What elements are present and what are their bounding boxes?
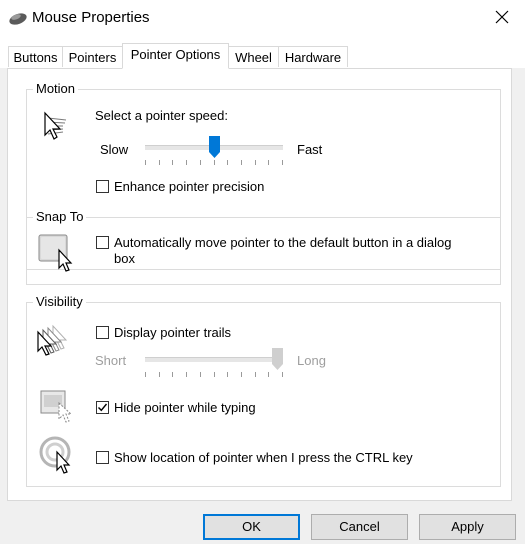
pointer-trails-tick — [214, 372, 215, 377]
short-label: Short — [95, 353, 127, 368]
pointer-speed-label: Select a pointer speed: — [95, 108, 228, 123]
hide-pointer-icon — [39, 389, 79, 425]
pointer-speed-tick — [282, 160, 283, 165]
pointer-speed-tick — [255, 160, 256, 165]
close-button[interactable] — [479, 0, 525, 36]
tab-pointer-options[interactable]: Pointer Options — [122, 43, 229, 69]
pointer-trails-tick — [172, 372, 173, 377]
apply-button[interactable]: Apply — [419, 514, 516, 540]
pointer-speed-slider-thumb[interactable] — [209, 136, 220, 158]
snap-to-checkbox[interactable] — [96, 236, 109, 249]
pointer-trails-tick — [241, 372, 242, 377]
pointer-speed-icon — [41, 110, 81, 146]
snap-to-group: Snap To Automatically move pointer to th… — [26, 209, 501, 285]
tab-wheel[interactable]: Wheel — [228, 46, 279, 67]
pointer-trails-tick — [282, 372, 283, 377]
pointer-speed-tick — [200, 160, 201, 165]
snap-to-label-line1: Automatically move pointer to the defaul… — [114, 235, 452, 250]
mouse-icon — [8, 9, 28, 27]
cancel-button[interactable]: Cancel — [311, 514, 408, 540]
hide-pointer-checkbox[interactable] — [96, 401, 109, 414]
show-location-icon — [39, 435, 79, 477]
pointer-trails-track — [145, 357, 283, 363]
pointer-trails-tick — [255, 372, 256, 377]
fast-label: Fast — [297, 142, 323, 157]
pointer-speed-tick — [172, 160, 173, 165]
visibility-group: Visibility Display pointer trails Short … — [26, 294, 501, 487]
enhance-precision-label: Enhance pointer precision — [114, 179, 265, 194]
visibility-group-title: Visibility — [33, 294, 86, 310]
show-location-checkbox[interactable] — [96, 451, 109, 464]
pointer-speed-tick — [214, 160, 215, 165]
motion-group-title: Motion — [33, 81, 79, 97]
snap-to-icon — [37, 232, 77, 274]
pointer-trails-tick — [200, 372, 201, 377]
long-label: Long — [297, 353, 326, 368]
title-bar: Mouse Properties — [0, 0, 525, 36]
snap-to-label-line2: box — [114, 251, 135, 266]
pointer-trails-tick — [145, 372, 146, 377]
pointer-speed-tick — [186, 160, 187, 165]
pointer-trails-slider-thumb[interactable] — [272, 348, 283, 370]
pointer-speed-tick — [227, 160, 228, 165]
pointer-speed-tick — [145, 160, 146, 165]
pointer-speed-tick — [241, 160, 242, 165]
tab-buttons[interactable]: Buttons — [8, 46, 63, 67]
tab-hardware[interactable]: Hardware — [278, 46, 348, 67]
pointer-speed-ticks — [145, 160, 283, 165]
show-location-label: Show location of pointer when I press th… — [114, 450, 413, 465]
pointer-trails-tick — [268, 372, 269, 377]
slow-label: Slow — [100, 142, 129, 157]
hide-pointer-label: Hide pointer while typing — [114, 400, 256, 415]
pointer-trails-label: Display pointer trails — [114, 325, 232, 340]
close-icon — [495, 10, 509, 27]
pointer-trails-tick — [227, 372, 228, 377]
pointer-trails-tick — [159, 372, 160, 377]
pointer-trails-ticks — [145, 372, 283, 377]
ok-button[interactable]: OK — [203, 514, 300, 540]
enhance-precision-checkbox[interactable] — [96, 180, 109, 193]
tab-strip: Buttons Pointers Pointer Options Wheel H… — [0, 36, 525, 69]
window-title: Mouse Properties — [32, 9, 150, 26]
pointer-speed-tick — [268, 160, 269, 165]
pointer-trails-icon — [37, 323, 81, 359]
tab-pointers[interactable]: Pointers — [62, 46, 123, 67]
pointer-options-panel: Motion Select a pointer speed: Slow Fast… — [7, 68, 512, 501]
pointer-speed-tick — [159, 160, 160, 165]
pointer-trails-checkbox[interactable] — [96, 326, 109, 339]
pointer-trails-tick — [186, 372, 187, 377]
mouse-properties-window: Mouse Properties Buttons Pointers Pointe… — [0, 0, 525, 544]
snap-to-group-title: Snap To — [33, 209, 87, 225]
